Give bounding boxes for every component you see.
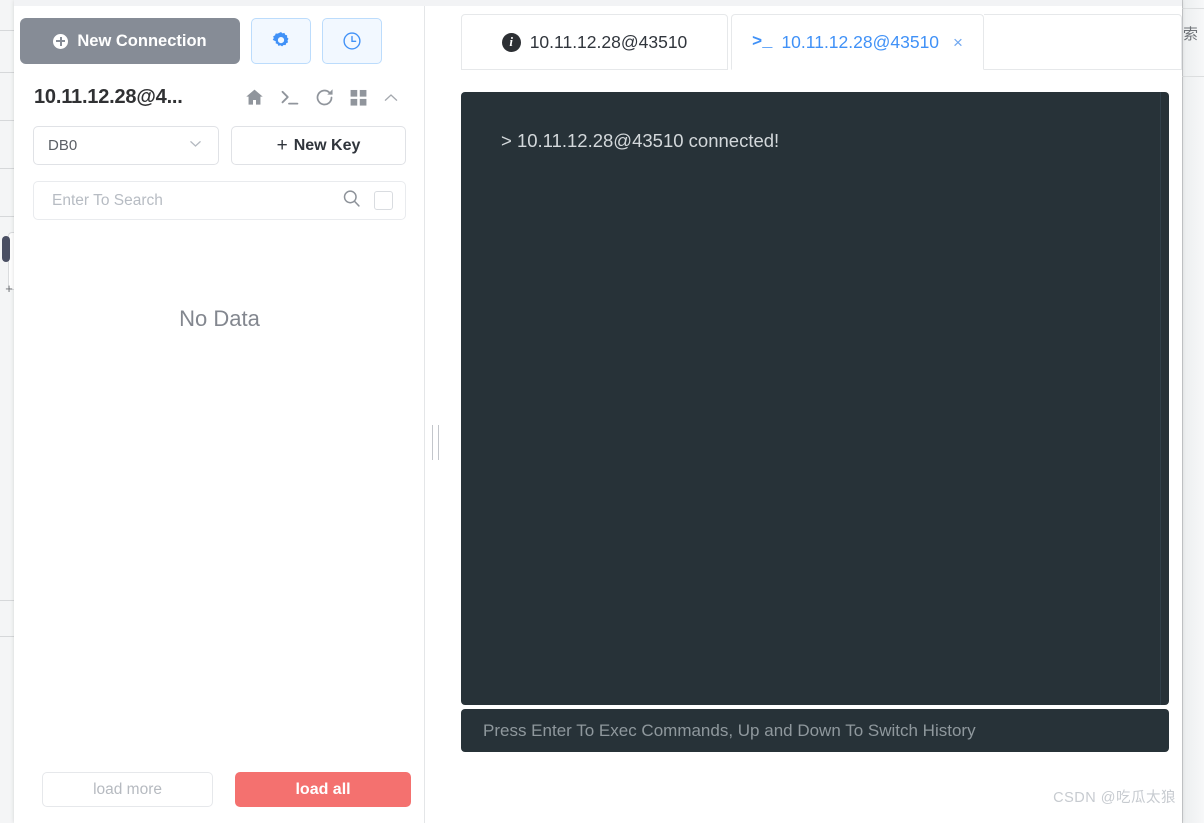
terminal-command-input[interactable]: Press Enter To Exec Commands, Up and Dow… xyxy=(461,709,1169,752)
search-input[interactable] xyxy=(52,191,341,210)
background-window-right: 索 xyxy=(1182,0,1204,823)
terminal-icon[interactable] xyxy=(279,87,300,108)
connection-name: 10.11.12.28@4... xyxy=(34,86,183,108)
new-key-button[interactable]: + New Key xyxy=(231,126,406,165)
tab-info-connection[interactable]: i 10.11.12.28@43510 xyxy=(461,14,728,70)
watermark: CSDN @吃瓜太狼 xyxy=(1053,790,1176,806)
search-icon[interactable] xyxy=(341,188,362,214)
grid-icon[interactable] xyxy=(349,88,368,107)
plus-icon: + xyxy=(276,134,288,156)
terminal-hint: Press Enter To Exec Commands, Up and Dow… xyxy=(483,720,976,740)
empty-state-label: No Data xyxy=(179,306,260,331)
home-icon[interactable] xyxy=(244,87,265,108)
background-side-pill xyxy=(2,236,10,262)
chevron-up-icon[interactable] xyxy=(382,89,400,107)
terminal-scrollbar[interactable] xyxy=(1160,92,1161,705)
tab-terminal-connection[interactable]: >_ 10.11.12.28@43510 × xyxy=(731,14,984,70)
connection-icon-row xyxy=(244,87,400,108)
terminal-panel: > 10.11.12.28@43510 connected! Press Ent… xyxy=(461,92,1169,752)
sidebar: New Connection 10.11.12.28@4... DB0 + Ne… xyxy=(14,6,425,823)
search-regex-checkbox[interactable] xyxy=(374,191,393,210)
db-select-value: DB0 xyxy=(48,137,78,154)
settings-button[interactable] xyxy=(251,18,311,64)
plus-circle-icon xyxy=(53,33,69,49)
db-select[interactable]: DB0 xyxy=(33,126,219,165)
background-right-label: 索 xyxy=(1183,26,1199,43)
chevron-down-icon xyxy=(187,135,204,156)
terminal-prompt-icon: >_ xyxy=(752,32,773,52)
tab-bar-filler xyxy=(984,14,1182,70)
tab-label: 10.11.12.28@43510 xyxy=(529,31,688,52)
load-all-button[interactable]: load all xyxy=(235,772,411,807)
tab-label: 10.11.12.28@43510 xyxy=(781,31,940,52)
terminal-output[interactable]: > 10.11.12.28@43510 connected! xyxy=(461,92,1169,705)
main-window: New Connection 10.11.12.28@4... DB0 + Ne… xyxy=(14,0,1182,823)
info-icon: i xyxy=(501,32,521,52)
new-key-label: New Key xyxy=(293,136,361,154)
clock-icon xyxy=(343,32,361,50)
connection-header: 10.11.12.28@4... xyxy=(14,64,424,109)
panel-splitter[interactable] xyxy=(425,6,445,823)
new-connection-label: New Connection xyxy=(77,31,207,50)
search-box xyxy=(33,181,406,220)
tab-bar: i 10.11.12.28@43510 >_ 10.11.12.28@43510… xyxy=(445,6,1182,70)
terminal-line: > 10.11.12.28@43510 connected! xyxy=(501,130,780,151)
sidebar-footer: load more load all xyxy=(14,772,425,823)
app-root: + 索 New Connection 10.11.12.28@4... DB0 … xyxy=(0,0,1204,823)
refresh-icon[interactable] xyxy=(314,87,335,108)
content-area: i 10.11.12.28@43510 >_ 10.11.12.28@43510… xyxy=(445,6,1182,823)
splitter-grip xyxy=(432,425,439,460)
load-more-button[interactable]: load more xyxy=(42,772,214,807)
history-button[interactable] xyxy=(322,18,382,64)
tab-close-icon[interactable]: × xyxy=(953,34,963,51)
search-row xyxy=(14,165,424,220)
sidebar-toolbar: New Connection xyxy=(14,6,424,64)
db-row: DB0 + New Key xyxy=(14,109,424,165)
gear-icon xyxy=(272,32,289,47)
new-connection-button[interactable]: New Connection xyxy=(20,18,240,64)
